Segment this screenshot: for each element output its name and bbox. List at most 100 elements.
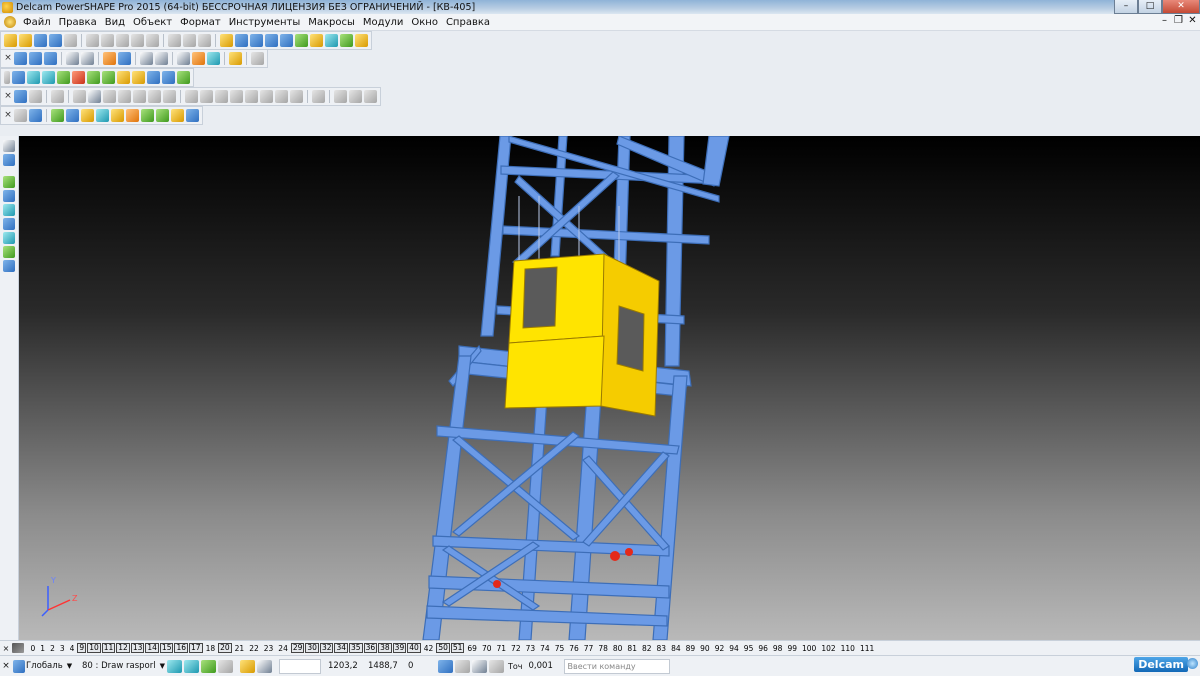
- zoom-out-icon[interactable]: [140, 51, 153, 65]
- menu-file[interactable]: Файл: [19, 17, 55, 28]
- level-button[interactable]: 30: [305, 643, 319, 653]
- doc-restore-button[interactable]: ❐: [1173, 15, 1184, 27]
- menu-window[interactable]: Окно: [407, 17, 442, 28]
- level-button[interactable]: 111: [858, 644, 876, 653]
- select-mode-a-icon[interactable]: [167, 659, 182, 673]
- revolve-icon[interactable]: [87, 70, 100, 84]
- level-button[interactable]: 72: [509, 644, 523, 653]
- select-box-icon[interactable]: [88, 89, 101, 103]
- level-button[interactable]: 12: [116, 643, 130, 653]
- solid-f-icon[interactable]: [260, 89, 273, 103]
- menu-edit[interactable]: Правка: [55, 17, 101, 28]
- level-button[interactable]: 29: [290, 643, 305, 653]
- tools-icon[interactable]: [355, 33, 368, 47]
- solid-k-icon[interactable]: [349, 89, 362, 103]
- solid-h-icon[interactable]: [290, 89, 303, 103]
- analysis-c-icon[interactable]: [171, 108, 184, 122]
- menu-modules[interactable]: Модули: [359, 17, 407, 28]
- cube-yellow-icon[interactable]: [81, 108, 94, 122]
- level-select[interactable]: 80 : Draw rasporl ▼: [82, 659, 166, 673]
- doc-close-button[interactable]: ✕: [1187, 15, 1198, 27]
- sphere-gray-icon[interactable]: [14, 108, 27, 122]
- graphics-viewport[interactable]: Y Z: [19, 136, 1200, 640]
- level-button[interactable]: 38: [378, 643, 392, 653]
- boolean-icon[interactable]: [147, 70, 160, 84]
- cube-orange-icon[interactable]: [126, 108, 139, 122]
- wireframe-icon[interactable]: [220, 33, 233, 47]
- move-object-icon[interactable]: [133, 89, 146, 103]
- globe-icon[interactable]: [177, 51, 190, 65]
- doc-minimize-button[interactable]: –: [1159, 15, 1170, 27]
- view-pan-icon[interactable]: [81, 51, 94, 65]
- extrude-icon[interactable]: [57, 70, 70, 84]
- zoom-in-icon[interactable]: [118, 51, 131, 65]
- level-button[interactable]: 2: [48, 644, 57, 653]
- menu-tools[interactable]: Инструменты: [225, 17, 305, 28]
- level-button[interactable]: 95: [742, 644, 756, 653]
- minimize-button[interactable]: –: [1114, 0, 1138, 14]
- level-button[interactable]: 39: [392, 643, 407, 653]
- level-button[interactable]: 80: [611, 644, 625, 653]
- level-button[interactable]: 77: [582, 644, 596, 653]
- close-button[interactable]: ✕: [1162, 0, 1200, 14]
- solid-icon[interactable]: [310, 33, 323, 47]
- level-button[interactable]: 42: [422, 644, 436, 653]
- feature-icon[interactable]: [177, 70, 190, 84]
- cube-pair-icon[interactable]: [111, 108, 124, 122]
- solid-a-icon[interactable]: [185, 89, 198, 103]
- status-close-button[interactable]: ×: [0, 661, 12, 671]
- level-button[interactable]: 74: [538, 644, 552, 653]
- menu-help[interactable]: Справка: [442, 17, 494, 28]
- level-button[interactable]: 10: [87, 643, 101, 653]
- surface-tool-icon[interactable]: [3, 232, 15, 244]
- level-button[interactable]: 0: [29, 644, 38, 653]
- level-button[interactable]: 90: [698, 644, 712, 653]
- fillet-icon[interactable]: [132, 70, 145, 84]
- cube-green-icon[interactable]: [51, 108, 64, 122]
- cube-cyan-icon[interactable]: [96, 108, 109, 122]
- solid-g-icon[interactable]: [275, 89, 288, 103]
- level-button[interactable]: 40: [407, 643, 421, 653]
- sweep-icon[interactable]: [102, 70, 115, 84]
- tolerance-value[interactable]: 0,001: [525, 659, 558, 673]
- level-button[interactable]: 35: [349, 643, 363, 653]
- blend-icon[interactable]: [117, 70, 130, 84]
- open-file-icon[interactable]: [19, 33, 32, 47]
- level-button[interactable]: 36: [363, 643, 378, 653]
- mirror-icon[interactable]: [73, 89, 86, 103]
- line-tool-icon[interactable]: [3, 190, 15, 202]
- toolbar-close-button[interactable]: ×: [3, 91, 13, 101]
- analysis-b-icon[interactable]: [156, 108, 169, 122]
- level-button[interactable]: 99: [785, 644, 799, 653]
- toolbar-close-button[interactable]: ×: [3, 110, 13, 120]
- level-button[interactable]: 73: [524, 644, 538, 653]
- analysis-d-icon[interactable]: [186, 108, 199, 122]
- redo-icon[interactable]: [183, 33, 196, 47]
- level-button[interactable]: 21: [233, 644, 247, 653]
- curve-tool-icon[interactable]: [3, 218, 15, 230]
- level-button[interactable]: 100: [800, 644, 818, 653]
- lighting-icon[interactable]: [207, 51, 220, 65]
- trim-icon[interactable]: [29, 89, 42, 103]
- level-button[interactable]: 83: [655, 644, 669, 653]
- level-button[interactable]: 78: [596, 644, 610, 653]
- solid-l-icon[interactable]: [364, 89, 377, 103]
- scale-object-icon[interactable]: [148, 89, 161, 103]
- level-button[interactable]: 13: [130, 643, 145, 653]
- level-button[interactable]: 81: [625, 644, 639, 653]
- cube-blue-icon[interactable]: [66, 108, 79, 122]
- units-icon[interactable]: [472, 659, 487, 673]
- grid-icon[interactable]: [257, 659, 272, 673]
- axis-icon[interactable]: [29, 108, 42, 122]
- level-button[interactable]: 71: [495, 644, 509, 653]
- solid-e-icon[interactable]: [245, 89, 258, 103]
- print-icon[interactable]: [64, 33, 77, 47]
- cut-icon[interactable]: [86, 33, 99, 47]
- level-button[interactable]: 34: [334, 643, 349, 653]
- level-button[interactable]: 110: [839, 644, 857, 653]
- assembly-icon[interactable]: [340, 33, 353, 47]
- level-button[interactable]: 1: [38, 644, 47, 653]
- model-tree-icon[interactable]: [12, 70, 25, 84]
- menu-format[interactable]: Формат: [176, 17, 225, 28]
- level-button[interactable]: 15: [159, 643, 174, 653]
